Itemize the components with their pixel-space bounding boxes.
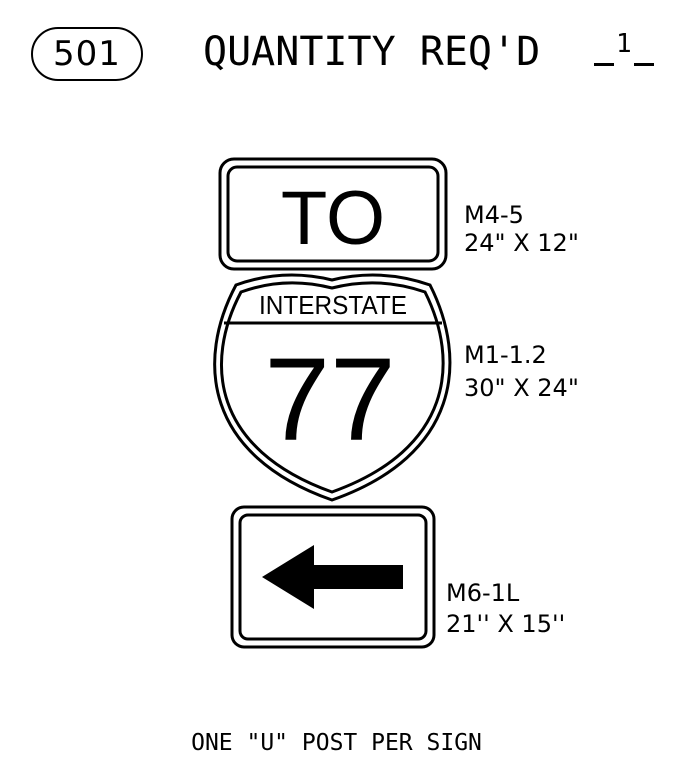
to-sign-label: M4-5 24" X 12" (464, 201, 579, 257)
shield-route-number: 77 (264, 334, 395, 466)
post-note: ONE "U" POST PER SIGN (191, 730, 482, 756)
shield-sign-code: M1-1.2 (464, 341, 547, 369)
to-sign-code: M4-5 (464, 201, 524, 229)
arrow-sign-size: 21'' X 15'' (446, 610, 566, 638)
arrow-sign-label: M6-1L 21'' X 15'' (446, 578, 565, 640)
to-sign-size: 24" X 12" (464, 229, 579, 257)
to-sign-legend: TO (281, 176, 385, 261)
interstate-shield-sign: INTERSTATE 77 (213, 273, 452, 502)
left-arrow-sign (230, 505, 436, 649)
arrow-sign-code: M6-1L (446, 579, 520, 607)
shield-sign-label: M1-1.2 30" X 24" (464, 339, 579, 405)
to-sign: TO (218, 157, 448, 271)
shield-banner-text: INTERSTATE (259, 290, 407, 320)
shield-sign-size: 30" X 24" (464, 374, 579, 402)
